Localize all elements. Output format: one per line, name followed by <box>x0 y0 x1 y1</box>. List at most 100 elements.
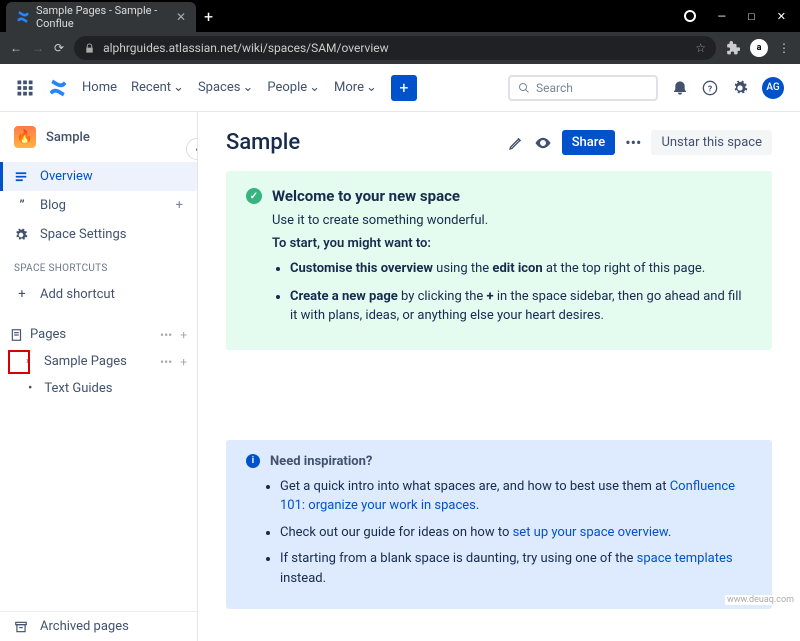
sidebar-item-overview[interactable]: Overview <box>0 162 197 191</box>
sidebar-item-label: Pages <box>30 327 66 342</box>
chevron-down-icon: ⌄ <box>366 80 377 95</box>
sidebar-item-label: Add shortcut <box>40 287 115 302</box>
browser-titlebar: Sample Pages - Sample - Conflue ✕ + — □ … <box>0 0 800 32</box>
help-icon[interactable]: ? <box>702 80 718 96</box>
maximize-button[interactable]: □ <box>748 10 755 23</box>
search-icon <box>518 82 530 94</box>
search-input[interactable]: Search <box>508 75 658 101</box>
welcome-panel: ✓ Welcome to your new space Use it to cre… <box>226 171 772 350</box>
page-header: Sample Share ••• Unstar this space <box>226 130 772 155</box>
sidebar-item-archived[interactable]: Archived pages <box>0 612 197 641</box>
more-actions-icon[interactable]: ••• <box>625 133 641 152</box>
sidebar-item-sample-pages[interactable]: › Sample Pages •••+ <box>0 348 197 375</box>
sidebar-item-space-settings[interactable]: Space Settings <box>0 220 197 249</box>
highlight-box <box>8 350 30 374</box>
minimize-button[interactable]: — <box>718 10 727 23</box>
overview-icon <box>14 170 30 184</box>
inspire-bullet-2: Check out our guide for ideas on how to … <box>280 523 752 543</box>
pages-icon <box>10 328 24 342</box>
account-icon[interactable] <box>684 10 696 22</box>
info-icon: i <box>246 454 260 468</box>
sidebar-item-label: Archived pages <box>40 619 129 634</box>
user-avatar[interactable]: AG <box>762 77 784 99</box>
more-icon[interactable]: ••• <box>160 328 172 342</box>
unstar-button[interactable]: Unstar this space <box>651 130 772 155</box>
nav-more[interactable]: More⌄ <box>334 80 377 95</box>
sidebar-item-label: Sample Pages <box>44 354 127 369</box>
add-page-icon[interactable]: + <box>180 355 187 369</box>
chevron-down-icon: ⌄ <box>309 80 320 95</box>
more-icon[interactable]: ••• <box>160 355 172 369</box>
bookmark-star-icon[interactable]: ☆ <box>695 41 706 55</box>
reload-button[interactable]: ⟳ <box>54 41 64 55</box>
inspire-bullet-1: Get a quick intro into what spaces are, … <box>280 477 752 516</box>
sidebar-item-blog[interactable]: ” Blog + <box>0 191 197 220</box>
sidebar-item-pages[interactable]: Pages ••• + <box>0 321 197 348</box>
forward-button[interactable]: → <box>32 41 44 55</box>
archive-icon <box>14 620 30 634</box>
tab-title: Sample Pages - Sample - Conflue <box>36 4 170 30</box>
edit-icon[interactable] <box>508 135 524 151</box>
check-icon: ✓ <box>246 188 262 204</box>
add-page-icon[interactable]: + <box>180 328 187 342</box>
search-placeholder: Search <box>536 81 573 95</box>
app-top-nav: Home Recent⌄ Spaces⌄ People⌄ More⌄ + Sea… <box>0 64 800 112</box>
welcome-bullet-1: Customise this overview using the edit i… <box>290 259 752 279</box>
browser-address-bar: ← → ⟳ alphrguides.atlassian.net/wiki/spa… <box>0 32 800 64</box>
chevron-down-icon: ⌄ <box>173 80 184 95</box>
space-header[interactable]: 🔥 Sample <box>0 112 197 162</box>
share-button[interactable]: Share <box>562 130 616 155</box>
sidebar-item-label: Space Settings <box>40 227 126 242</box>
confluence-favicon <box>16 10 30 24</box>
new-tab-button[interactable]: + <box>204 7 213 26</box>
nav-home[interactable]: Home <box>82 80 117 95</box>
lock-icon <box>84 43 95 54</box>
shortcuts-section-label: SPACE SHORTCUTS <box>0 249 197 280</box>
link-space-templates[interactable]: space templates <box>637 551 733 566</box>
watch-icon[interactable] <box>534 134 552 152</box>
gear-icon <box>14 228 30 242</box>
sidebar-item-label: Blog <box>40 198 66 213</box>
close-button[interactable]: ✕ <box>777 10 786 23</box>
chevron-down-icon: ⌄ <box>242 80 253 95</box>
space-name: Sample <box>46 130 90 145</box>
space-avatar-icon: 🔥 <box>14 126 36 148</box>
page-main: Sample Share ••• Unstar this space ✓ Welc… <box>198 112 800 641</box>
browser-menu-icon[interactable]: ⋮ <box>778 41 790 55</box>
url-text: alphrguides.atlassian.net/wiki/spaces/SA… <box>103 41 389 55</box>
watermark: www.deuaq.com <box>725 595 796 605</box>
space-sidebar: ‹ 🔥 Sample Overview ” Blog + Space Setti… <box>0 112 198 641</box>
browser-tab[interactable]: Sample Pages - Sample - Conflue ✕ <box>6 2 196 32</box>
window-controls: — □ ✕ <box>684 10 800 23</box>
back-button[interactable]: ← <box>10 41 22 55</box>
inspiration-heading: Need inspiration? <box>270 454 372 469</box>
welcome-subtitle: Use it to create something wonderful. <box>272 213 752 228</box>
sidebar-item-label: Overview <box>40 169 93 184</box>
welcome-heading: Welcome to your new space <box>272 187 460 205</box>
extensions-icon[interactable] <box>726 41 740 55</box>
welcome-start-label: To start, you might want to: <box>272 236 752 251</box>
inspiration-panel: i Need inspiration? Get a quick intro int… <box>226 440 772 610</box>
link-setup-overview[interactable]: set up your space overview <box>513 525 668 540</box>
nav-people[interactable]: People⌄ <box>267 80 320 95</box>
sidebar-item-add-shortcut[interactable]: + Add shortcut <box>0 280 197 309</box>
confluence-logo-icon[interactable] <box>48 78 68 98</box>
plus-icon: + <box>14 287 30 302</box>
notifications-icon[interactable] <box>672 80 688 96</box>
add-blog-icon[interactable]: + <box>176 198 183 213</box>
settings-icon[interactable] <box>732 80 748 96</box>
inspire-bullet-3: If starting from a blank space is daunti… <box>280 549 752 588</box>
nav-recent[interactable]: Recent⌄ <box>131 80 184 95</box>
sidebar-item-label: Text Guides <box>44 381 112 396</box>
profile-avatar[interactable]: a <box>750 39 768 57</box>
tab-close-icon[interactable]: ✕ <box>176 10 186 24</box>
blog-icon: ” <box>14 198 30 213</box>
welcome-bullet-2: Create a new page by clicking the + in t… <box>290 287 752 326</box>
url-field[interactable]: alphrguides.atlassian.net/wiki/spaces/SA… <box>74 36 716 60</box>
app-switcher-icon[interactable] <box>16 79 34 97</box>
page-title: Sample <box>226 130 300 155</box>
sidebar-item-text-guides[interactable]: Text Guides <box>0 375 197 402</box>
nav-spaces[interactable]: Spaces⌄ <box>198 80 253 95</box>
svg-text:?: ? <box>708 84 712 94</box>
create-button[interactable]: + <box>391 75 417 101</box>
